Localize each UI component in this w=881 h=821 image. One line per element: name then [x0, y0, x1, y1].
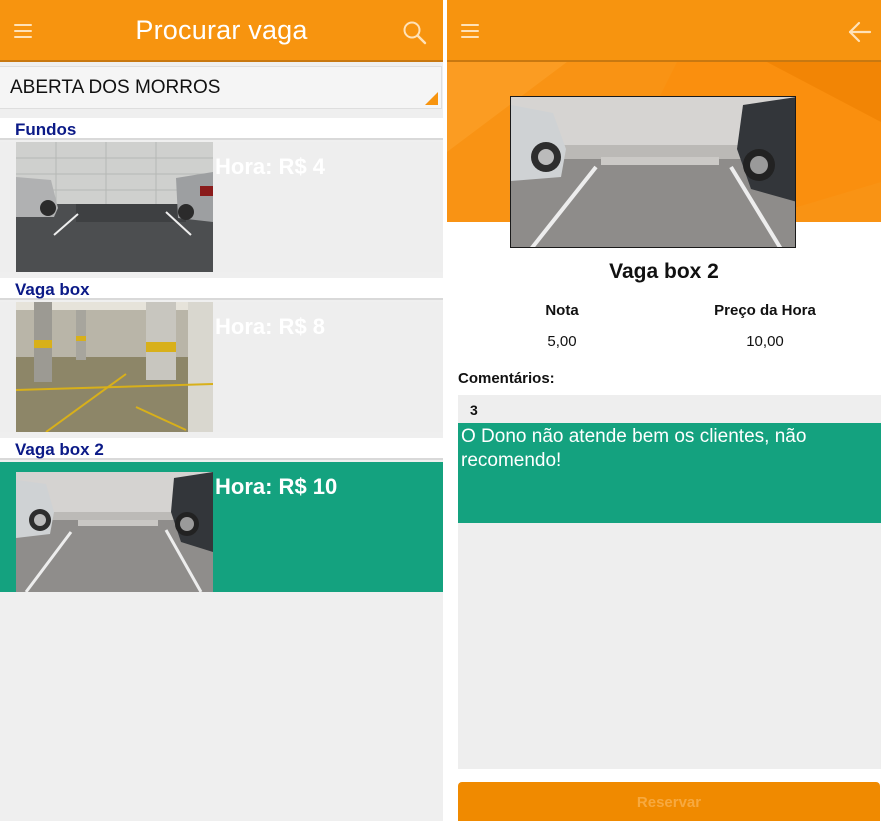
comment-rating: 3	[470, 402, 478, 418]
list-item-name: Vaga box	[15, 280, 90, 299]
dropdown-triangle-icon	[425, 92, 438, 105]
parking-photo	[16, 302, 213, 432]
detail-photo	[510, 96, 796, 248]
location-dropdown-value: ABERTA DOS MORROS	[10, 77, 221, 98]
list-item-price: Hora: R$ 10	[215, 474, 338, 499]
back-arrow-icon[interactable]	[845, 18, 873, 46]
detail-app-bar	[447, 0, 881, 62]
comments-label: Comentários:	[458, 370, 555, 387]
comment-item[interactable]: O Dono não atende bem os clientes, não r…	[458, 423, 881, 523]
search-screen: Procurar vaga ABERTA DOS MORROS Fundos H…	[0, 0, 443, 821]
location-dropdown[interactable]: ABERTA DOS MORROS	[0, 66, 442, 109]
detail-screen: Vaga box 2 Nota Preço da Hora 5,00 10,00…	[447, 0, 881, 821]
list-item-name: Fundos	[15, 120, 77, 139]
reserve-button-label: Reservar	[636, 794, 702, 811]
price-label: Preço da Hora	[714, 302, 816, 319]
price-value: 10,00	[746, 333, 784, 350]
list-item-price: Hora: R$ 4	[215, 154, 326, 179]
list-item-body[interactable]: Hora: R$ 4	[0, 142, 443, 272]
reserve-button[interactable]: Reservar	[458, 782, 880, 821]
list-item-price: Hora: R$ 8	[215, 314, 326, 339]
comments-list[interactable]: 3 O Dono não atende bem os clientes, não…	[458, 395, 881, 769]
parking-photo	[16, 142, 213, 272]
page-title: Procurar vaga	[135, 15, 308, 45]
hamburger-menu-icon[interactable]	[461, 24, 479, 38]
list-item-body[interactable]: Hora: R$ 8	[0, 302, 443, 432]
list-item-name: Vaga box 2	[15, 440, 104, 459]
rating-label: Nota	[545, 302, 579, 319]
search-icon[interactable]	[402, 20, 428, 46]
search-app-bar: Procurar vaga	[0, 0, 443, 62]
parking-photo	[16, 472, 213, 592]
list-item-body-selected[interactable]: Hora: R$ 10	[0, 462, 443, 592]
list-item-title: Fundos	[0, 118, 443, 140]
list-item-title: Vaga box	[0, 278, 443, 300]
rating-value: 5,00	[547, 333, 577, 350]
spot-name: Vaga box 2	[609, 260, 719, 283]
list-item-title: Vaga box 2	[0, 438, 443, 460]
comment-text: O Dono não atende bem os clientes, não r…	[461, 426, 807, 471]
